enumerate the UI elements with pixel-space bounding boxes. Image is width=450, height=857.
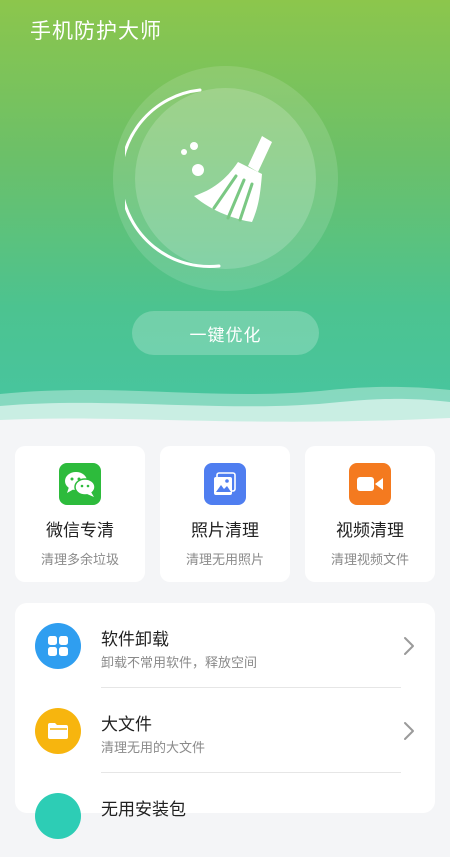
card-video-clean[interactable]: 视频清理 清理视频文件 — [305, 446, 435, 582]
app-title: 手机防护大师 — [30, 19, 162, 43]
broom-icon — [181, 136, 272, 222]
card-title: 微信专清 — [46, 521, 114, 541]
chevron-right-icon — [404, 637, 414, 655]
list-item-app-uninstall[interactable]: 软件卸载 卸载不常用软件，释放空间 — [15, 603, 435, 687]
video-icon — [349, 463, 391, 505]
list-item-title: 大文件 — [101, 715, 152, 735]
optimize-button[interactable]: 一键优化 — [132, 311, 319, 355]
card-title: 视频清理 — [336, 521, 404, 541]
list-item-title: 无用安装包 — [101, 800, 186, 820]
list-item-title: 软件卸载 — [101, 630, 169, 650]
wechat-icon — [59, 463, 101, 505]
chevron-right-icon — [404, 722, 414, 740]
folder-icon — [35, 708, 81, 754]
card-subtitle: 清理视频文件 — [330, 553, 409, 568]
card-wechat-clean[interactable]: 微信专清 清理多余垃圾 — [15, 446, 145, 582]
wave-divider — [0, 386, 450, 440]
hero-section: 手机防护大师 一键优化 — [0, 0, 450, 440]
card-photo-clean[interactable]: 照片清理 清理无用照片 — [160, 446, 290, 582]
tools-list: 软件卸载 卸载不常用软件，释放空间 大文件 清理无用的大文件 无用安装包 — [15, 603, 435, 839]
list-item-unused-packages[interactable]: 无用安装包 — [15, 773, 435, 857]
list-item-large-files[interactable]: 大文件 清理无用的大文件 — [15, 688, 435, 772]
card-subtitle: 清理多余垃圾 — [40, 553, 119, 568]
card-subtitle: 清理无用照片 — [185, 553, 264, 568]
card-title: 照片清理 — [191, 521, 259, 541]
photo-icon — [204, 463, 246, 505]
list-item-subtitle: 卸载不常用软件，释放空间 — [101, 656, 258, 671]
list-item-subtitle: 清理无用的大文件 — [101, 741, 206, 756]
apps-grid-icon — [35, 623, 81, 669]
